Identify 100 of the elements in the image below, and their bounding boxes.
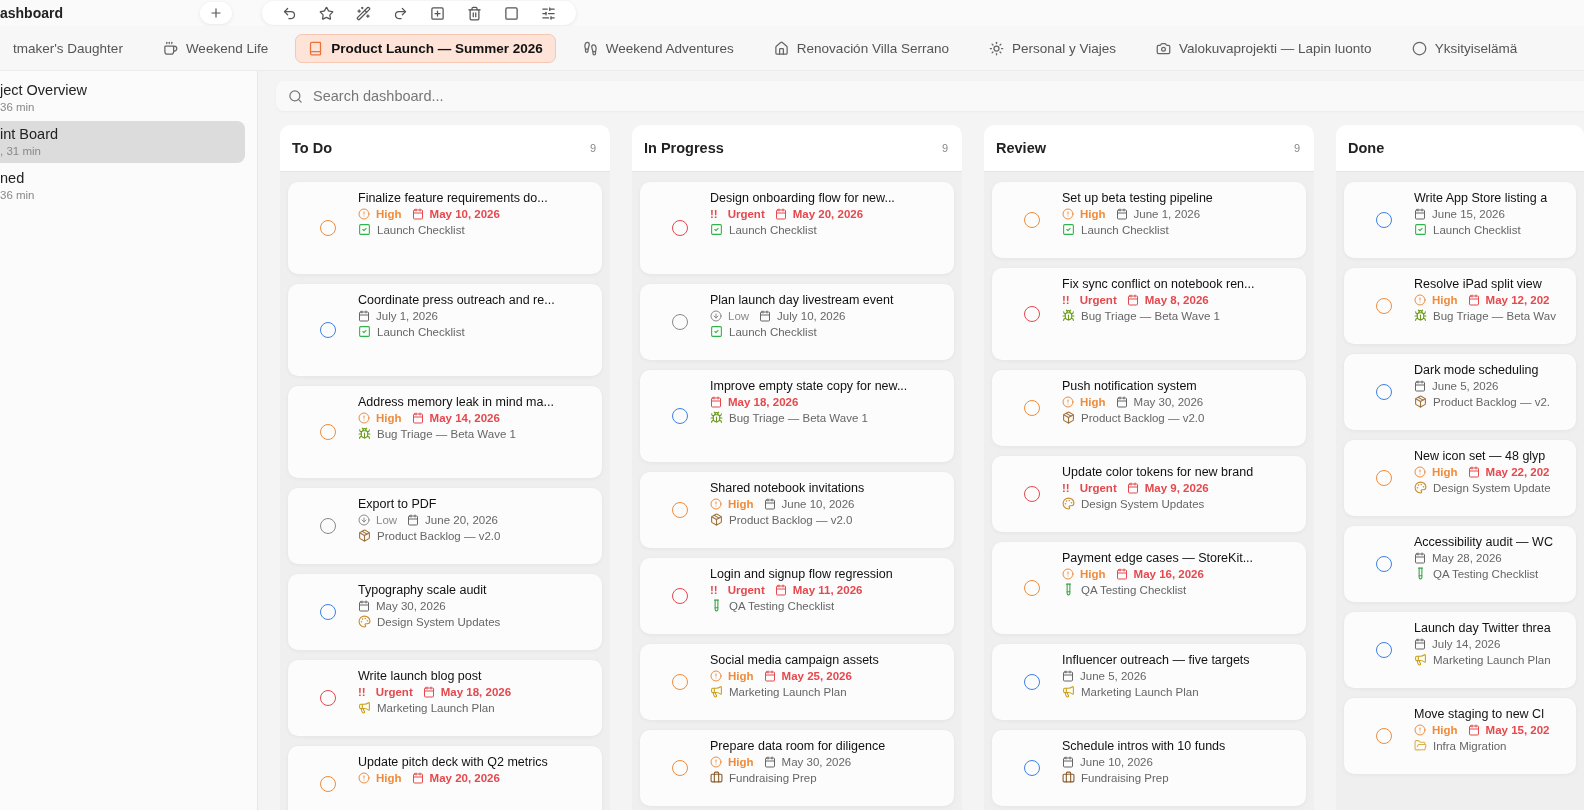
add-icon[interactable]	[430, 5, 445, 21]
due-date: May 30, 2026	[1133, 396, 1204, 408]
search-icon	[288, 88, 303, 104]
priority-label: Urgent	[727, 584, 765, 596]
project-name: Launch Checklist	[1433, 223, 1521, 236]
task-card[interactable]: Write launch blog post !! Urgent May 18, 2026 Marketing Launch Plan	[288, 660, 602, 736]
priority-label: High	[376, 772, 402, 784]
package-icon	[358, 529, 371, 542]
due-date: May 22, 202	[1485, 466, 1550, 478]
priority-label: High	[1432, 294, 1458, 306]
task-card[interactable]: Write App Store listing a June 15, 2026 Launch Checklist	[1344, 182, 1576, 258]
task-card[interactable]: Address memory leak in mind ma... High May 14, 2026 Bug Triage — Beta Wave 1	[288, 386, 602, 478]
project-tab[interactable]: Weekend Life	[149, 33, 282, 63]
tab-label: Weekend Life	[185, 40, 269, 56]
task-card[interactable]: Login and signup flow regression !! Urgent May 11, 2026 QA Testing Checklist	[640, 558, 954, 634]
star-icon[interactable]	[319, 5, 334, 21]
sidebar-item-title: ject Overview	[0, 81, 89, 100]
redo-icon[interactable]	[393, 5, 408, 21]
urgent-mark: !!	[358, 686, 366, 698]
square-icon[interactable]	[504, 5, 519, 21]
project-name: Design System Update	[1433, 481, 1551, 494]
task-card[interactable]: Finalize feature requirements do... High May 10, 2026 Launch Checklist	[288, 182, 602, 274]
due-date: May 18, 2026	[440, 686, 512, 698]
undo-icon[interactable]	[282, 5, 297, 21]
task-title: Push notification system	[1062, 379, 1198, 393]
task-card[interactable]: Resolve iPad split view High May 12, 202 Bug Triage — Beta Wav	[1344, 268, 1576, 344]
task-card[interactable]: Export to PDF Low June 20, 2026 Product Backlog — v2.0	[288, 488, 602, 564]
checkbox-icon	[710, 325, 723, 338]
project-tab[interactable]: Product Launch — Summer 2026	[295, 33, 556, 63]
wand-icon[interactable]	[356, 5, 371, 21]
project-name: Bug Triage — Beta Wav	[1433, 309, 1556, 322]
sidebar-item-subtitle: 36 min	[0, 188, 36, 203]
task-card[interactable]: Shared notebook invitations High June 10, 2026 Product Backlog — v2.0	[640, 472, 954, 548]
priority-label: High	[376, 412, 402, 424]
checkbox-icon	[358, 325, 371, 338]
task-title: Export to PDF	[358, 497, 438, 511]
task-card[interactable]: Coordinate press outreach and re... July 1, 2026 Launch Checklist	[288, 284, 602, 376]
task-title: Launch day Twitter threa	[1414, 621, 1551, 635]
urgent-mark: !!	[1062, 294, 1070, 306]
task-title: Write launch blog post	[358, 669, 483, 683]
sliders-icon[interactable]	[541, 5, 556, 21]
sidebar-item[interactable]: int Board , 31 min	[0, 121, 245, 163]
trash-icon[interactable]	[467, 5, 482, 21]
task-card[interactable]: Payment edge cases — StoreKit... High May 16, 2026 QA Testing Checklist	[992, 542, 1306, 634]
task-title: Social media campaign assets	[710, 653, 879, 667]
sidebar-item-subtitle: , 31 min	[0, 144, 42, 159]
project-name: Marketing Launch Plan	[1081, 685, 1199, 698]
task-card[interactable]: Dark mode scheduling June 5, 2026 Product Backlog — v2.	[1344, 354, 1576, 430]
task-card[interactable]: Social media campaign assets High May 25, 2026 Marketing Launch Plan	[640, 644, 954, 720]
task-card[interactable]: Schedule intros with 10 funds June 10, 2026 Fundraising Prep	[992, 730, 1306, 806]
project-tab[interactable]: Valokuvaprojekti — Lapin luonto	[1143, 33, 1385, 63]
project-tab[interactable]: Yksityiselämä	[1398, 33, 1531, 63]
due-date: May 20, 2026	[429, 772, 500, 784]
task-card[interactable]: Prepare data room for diligence High May 30, 2026 Fundraising Prep	[640, 730, 954, 806]
project-tab[interactable]: Weekend Adventures	[569, 33, 747, 63]
tab-label: Personal y Viajes	[1011, 40, 1116, 56]
task-title: Coordinate press outreach and re...	[358, 293, 555, 307]
project-name: Launch Checklist	[729, 325, 817, 338]
project-name: Marketing Launch Plan	[1433, 653, 1551, 666]
project-name: Launch Checklist	[729, 223, 817, 236]
house-icon	[773, 40, 789, 56]
task-card[interactable]: Influencer outreach — five targets June 5, 2026 Marketing Launch Plan	[992, 644, 1306, 720]
project-name: Bug Triage — Beta Wave 1	[729, 411, 868, 424]
sidebar-item[interactable]: ned 36 min	[0, 165, 245, 207]
add-button[interactable]	[200, 2, 232, 24]
task-card[interactable]: Design onboarding flow for new... !! Urgent May 20, 2026 Launch Checklist	[640, 182, 954, 274]
task-card[interactable]: Update pitch deck with Q2 metrics High May 20, 2026	[288, 746, 602, 810]
briefcase-icon	[710, 771, 723, 784]
project-tab[interactable]: tmaker's Daughter	[0, 33, 136, 63]
task-card[interactable]: Launch day Twitter threa July 14, 2026 Marketing Launch Plan	[1344, 612, 1576, 688]
task-card[interactable]: Improve empty state copy for new... May 18, 2026 Bug Triage — Beta Wave 1	[640, 370, 954, 462]
task-title: Update pitch deck with Q2 metrics	[358, 755, 548, 769]
search-field[interactable]: Search dashboard...	[311, 87, 1584, 105]
search-bar[interactable]: Search dashboard...	[276, 81, 1584, 111]
task-card[interactable]: Typography scale audit May 30, 2026 Design System Updates	[288, 574, 602, 650]
project-tab[interactable]: Personal y Viajes	[975, 33, 1129, 63]
due-date: May 10, 2026	[429, 208, 500, 220]
sidebar-item[interactable]: ject Overview 36 min	[0, 77, 245, 119]
project-name: Launch Checklist	[1081, 223, 1169, 236]
task-card[interactable]: Fix sync conflict on notebook ren... !! Urgent May 8, 2026 Bug Triage — Beta Wave 1	[992, 268, 1306, 360]
project-name: Bug Triage — Beta Wave 1	[1081, 309, 1220, 322]
task-card[interactable]: New icon set — 48 glyp High May 22, 202 Design System Update	[1344, 440, 1576, 516]
due-date: May 28, 2026	[1432, 552, 1502, 564]
task-title: Typography scale audit	[358, 583, 488, 597]
task-card[interactable]: Move staging to new Cl High May 15, 202 Infra Migration	[1344, 698, 1576, 774]
task-card[interactable]: Plan launch day livestream event Low July 10, 2026 Launch Checklist	[640, 284, 954, 360]
task-card[interactable]: Accessibility audit — WC May 28, 2026 QA Testing Checklist	[1344, 526, 1576, 602]
due-date: June 5, 2026	[1432, 380, 1499, 392]
sidebar-item-title: int Board	[0, 125, 60, 144]
due-date: May 25, 2026	[781, 670, 852, 682]
bug-icon	[1414, 309, 1427, 322]
column-title: To Do	[292, 140, 332, 156]
book-icon	[308, 40, 324, 56]
due-date: July 1, 2026	[376, 310, 438, 322]
project-tab[interactable]: Renovación Villa Serrano	[760, 33, 962, 63]
project-name: QA Testing Checklist	[729, 599, 835, 612]
task-card[interactable]: Update color tokens for new brand !! Urgent May 9, 2026 Design System Updates	[992, 456, 1306, 532]
due-date: June 15, 2026	[1432, 208, 1505, 220]
task-card[interactable]: Push notification system High May 30, 2026 Product Backlog — v2.0	[992, 370, 1306, 446]
task-card[interactable]: Set up beta testing pipeline High June 1, 2026 Launch Checklist	[992, 182, 1306, 258]
